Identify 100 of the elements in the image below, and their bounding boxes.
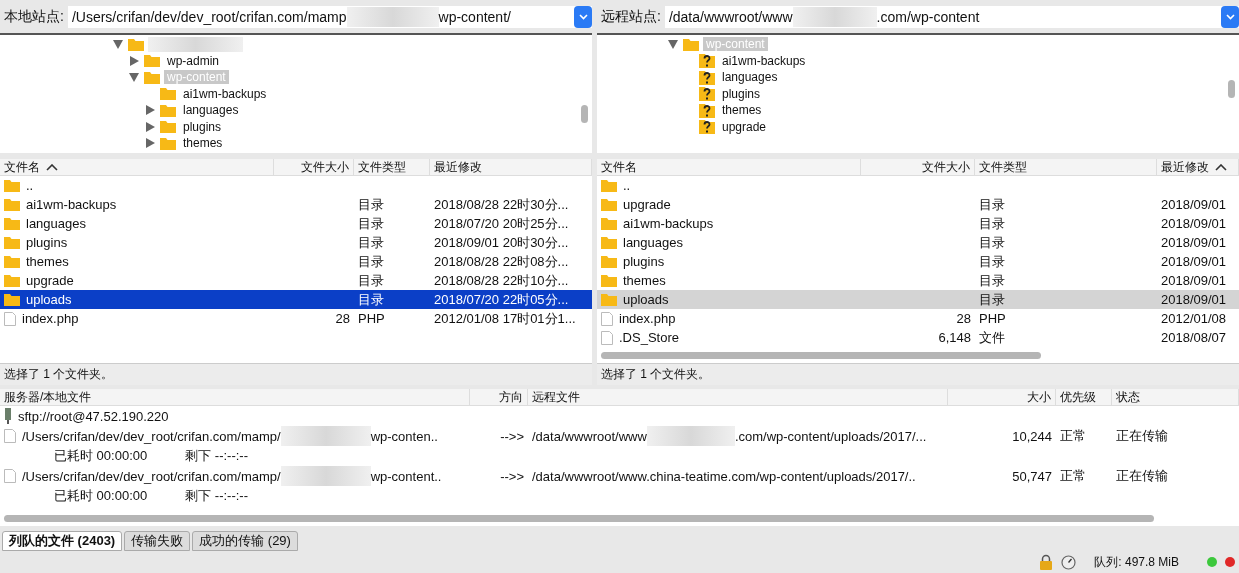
file-name: .. [26,178,34,193]
modified-date: 2012/01/08 17时01分1... [434,309,576,328]
collapsed-triangle-icon[interactable] [145,121,155,132]
file-type: 目录 [358,252,384,271]
modified-date: 2018/09/01 [1161,235,1227,250]
scrollbar-thumb[interactable] [1228,80,1235,98]
tree-item[interactable]: themes [180,136,226,151]
file-type: PHP [979,311,1006,326]
folder-icon [4,274,20,287]
file-type: 目录 [979,252,1005,271]
direction-text: -->> [500,468,524,484]
file-name: languages [623,235,683,250]
file-name: uploads [26,292,72,307]
dropdown-button[interactable] [574,5,592,28]
direction-text: -->> [500,428,524,444]
tree-item[interactable]: plugins [180,119,225,134]
lock-icon[interactable] [1039,554,1054,571]
file-type: 目录 [358,214,384,233]
file-name: themes [26,254,69,269]
sort-caret-icon [1215,164,1227,171]
queue-tab[interactable]: 成功的传输 (29) [192,531,298,552]
file-type: 目录 [979,195,1005,214]
scrollbar-thumb[interactable] [4,515,1154,523]
collapsed-triangle-icon[interactable] [145,105,155,116]
tree-item[interactable]: upgrade [719,119,770,134]
path-text: wp-content.. [370,468,442,484]
scrollbar-thumb[interactable] [581,105,588,123]
tree-item[interactable]: languages [719,70,781,85]
elapsed-time: 已耗时 00:00:00 [54,447,148,466]
column-header[interactable]: 状态 [1112,389,1239,407]
expanded-triangle-icon[interactable] [129,72,139,82]
elapsed-time: 已耗时 00:00:00 [54,487,148,506]
queue-tab[interactable]: 列队的文件 (2403) [2,531,123,552]
tree-item[interactable]: themes [719,103,765,118]
tree-item[interactable]: ai1wm-backups [719,53,809,68]
expanded-triangle-icon[interactable] [113,39,123,49]
file-type: 文件 [979,328,1005,347]
path-field[interactable]: /data/wwwroot/www .com/wp-content [664,5,1239,28]
status-text: 选择了 1 个文件夹。 [597,363,1239,386]
modified-date: 2018/09/01 [1161,254,1227,269]
file-row[interactable]: uploads 目录 2018/09/01 [597,290,1239,309]
collapsed-triangle-icon[interactable] [129,55,139,66]
path-text: wp-conten.. [370,428,438,444]
tree-item[interactable]: languages [180,103,242,118]
file-row[interactable]: uploads 目录 2018/07/20 22时05分... [0,290,592,309]
chevron-icon [578,13,588,20]
question-folder-icon [699,86,715,102]
column-header[interactable]: 方向 [470,389,528,407]
file-name: themes [623,273,666,288]
queue-tab[interactable]: 传输失败 [124,531,191,552]
folder-icon [160,136,176,150]
file-type: PHP [358,311,385,326]
queue-size: 队列: 497.8 MiB [1094,553,1179,571]
file-type: 目录 [358,290,384,309]
scrollbar-thumb[interactable] [601,352,1041,360]
file-name: ai1wm-backups [623,216,714,231]
path-field[interactable]: /Users/crifan/dev/dev_root/crifan.com/mamp wp-content/ [67,5,592,28]
column-header[interactable]: 大小 [948,389,1056,407]
collapsed-triangle-icon[interactable] [145,138,155,149]
file-name: .DS_Store [619,330,679,345]
file-name: languages [26,216,86,231]
modified-date: 2018/09/01 [1161,273,1227,288]
folder-icon [601,293,617,306]
file-type: 目录 [979,290,1005,309]
file-icon [4,429,16,444]
file-name: plugins [623,254,665,269]
folder-icon [601,198,617,211]
column-header[interactable]: 远程文件 [528,389,948,407]
priority-text: 正常 [1060,467,1086,486]
file-type: 目录 [979,271,1005,290]
modified-date: 2018/09/01 20时30分... [434,233,569,252]
question-folder-icon [699,69,715,85]
priority-text: 正常 [1060,427,1086,446]
path-text: /data/wwwroot/www.china-teatime.com/wp-content/uploads/2017/.. [532,468,916,484]
file-size: 28 [335,311,350,326]
path-text: /Users/crifan/dev/dev_root/crifan.com/mamp [71,8,347,25]
path-text: /data/wwwroot/www [668,8,793,25]
modified-date: 2018/09/01 [1161,292,1227,307]
folder-icon [683,37,699,51]
folder-icon [4,293,20,306]
folder-icon [601,179,617,192]
file-icon [4,469,16,484]
question-folder-icon [699,102,715,118]
folder-icon [4,255,20,268]
tree-item[interactable]: ai1wm-backups [180,86,270,101]
tree-item[interactable]: wp-admin [164,53,223,68]
file-type: 目录 [358,195,384,214]
file-name: ai1wm-backups [26,197,117,212]
modified-date: 2018/08/07 [1161,330,1227,345]
site-label: 本地站点: [4,7,64,26]
column-header[interactable]: 优先级 [1056,389,1112,407]
file-name: .. [623,178,631,193]
speed-gauge-icon[interactable] [1061,554,1077,570]
dropdown-button[interactable] [1221,5,1239,28]
modified-date: 2018/08/28 22时10分... [434,271,569,290]
status-text: 选择了 1 个文件夹。 [0,363,592,386]
tree-item[interactable]: plugins [719,86,764,101]
file-name: upgrade [623,197,671,212]
column-header[interactable]: 服务器/本地文件 [0,389,470,407]
expanded-triangle-icon[interactable] [668,39,678,49]
